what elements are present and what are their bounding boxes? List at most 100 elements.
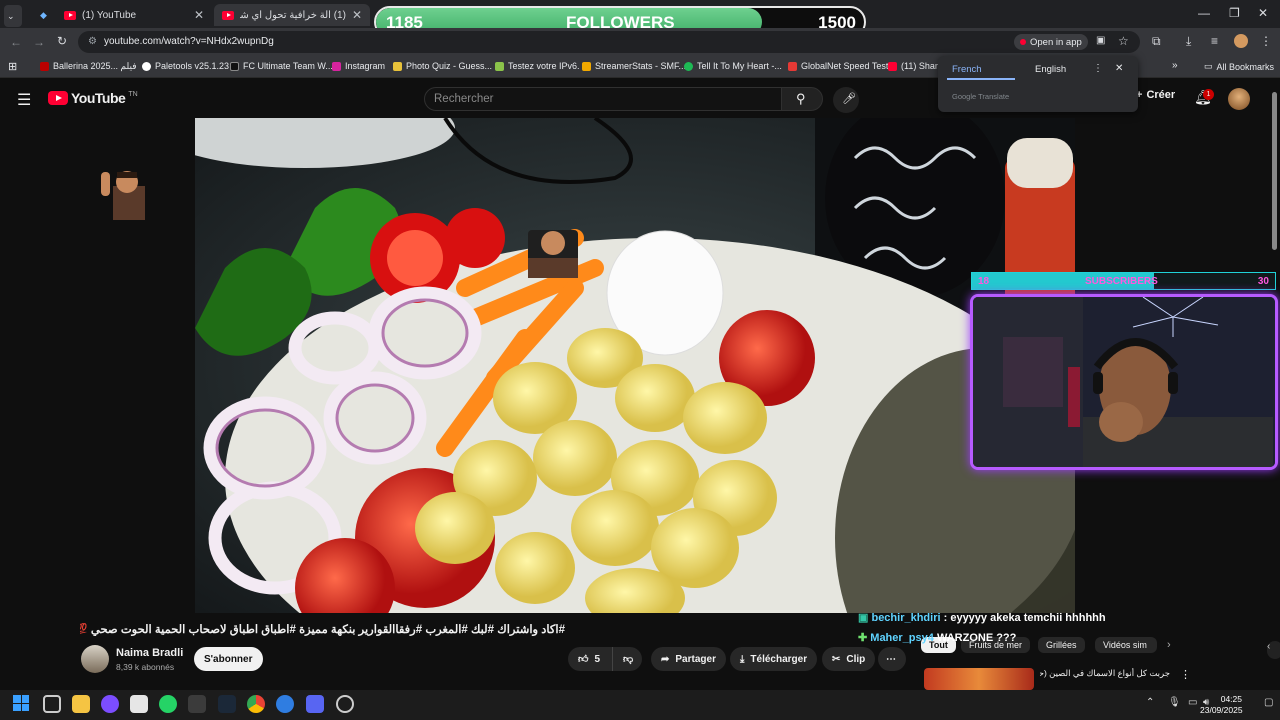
bookmark-item[interactable]: Ballerina 2025... فيلم: [40, 61, 137, 72]
bookmark-item[interactable]: Tell It To My Heart -...: [684, 61, 782, 71]
clip-label: Clip: [846, 653, 866, 665]
notifications-icon[interactable]: ▢: [1264, 697, 1273, 708]
clock-time[interactable]: 04:25: [1218, 694, 1242, 704]
bookmark-item[interactable]: StreamerStats - SMF...: [582, 61, 686, 71]
side-expand-icon[interactable]: ‹: [1267, 641, 1280, 659]
open-in-app-button[interactable]: Open in app: [1014, 34, 1088, 50]
hamburger-menu-icon[interactable]: ☰: [17, 90, 31, 110]
subscribers-goal-bar: 18 SUBSCRIBERS 30: [971, 272, 1276, 290]
diamond-icon: ◆: [40, 9, 47, 20]
whatsapp-icon[interactable]: [159, 695, 177, 713]
bookmark-item[interactable]: Photo Quiz - Guess...: [393, 61, 492, 71]
channel-avatar[interactable]: [81, 645, 109, 673]
chat-message: ▣ bechir_khdiri : eyyyyy akeka temchii h…: [858, 611, 1106, 624]
snip-tool-icon[interactable]: [130, 695, 148, 713]
bookmark-label: Paletools v25.1.23: [155, 61, 230, 71]
subs-current: 18: [978, 276, 990, 287]
recommended-thumbnail[interactable]: [924, 668, 1034, 690]
microphone-tray-icon[interactable]: 🎙︎: [1168, 697, 1181, 708]
forward-icon[interactable]: →: [33, 35, 45, 49]
close-tab-icon[interactable]: ✕: [352, 8, 362, 22]
tray-expand-icon[interactable]: ⌃: [1146, 697, 1154, 708]
chip-grilled[interactable]: Grillées: [1038, 637, 1085, 653]
bookmark-item[interactable]: (11) Sham: [888, 61, 942, 71]
voice-search-button[interactable]: 🎤︎: [833, 87, 859, 113]
app-circle-icon[interactable]: [101, 695, 119, 713]
bookmark-item[interactable]: Paletools v25.1.23: [142, 61, 229, 71]
bookmark-favicon-icon: [393, 61, 402, 71]
chips-next-icon[interactable]: ›: [1167, 639, 1171, 651]
media-control-icon[interactable]: ≡: [1211, 34, 1218, 48]
download-icon[interactable]: ⤓: [1186, 34, 1191, 49]
chat-text: : eyyyyy akeka temchii hhhhhh: [943, 612, 1106, 624]
bookmark-item[interactable]: Testez votre IPv6.: [495, 61, 580, 71]
close-tab-icon[interactable]: ✕: [194, 8, 204, 22]
recommended-title[interactable]: جربت كل أنواع الاسماك في الصين (حار جدا): [1040, 668, 1170, 679]
page-scrollbar-thumb[interactable]: [1272, 92, 1277, 250]
steam-icon[interactable]: [218, 695, 236, 713]
app-blue-icon[interactable]: [276, 695, 294, 713]
like-count: 5: [594, 653, 601, 665]
more-bookmarks-icon[interactable]: »: [1172, 60, 1178, 71]
create-button[interactable]: + Créer: [1136, 89, 1175, 101]
extensions-icon[interactable]: ⧉: [1152, 34, 1161, 49]
chat-badge-icon: ✚: [858, 632, 868, 644]
tab-youtube[interactable]: (1) YouTube ✕: [56, 4, 212, 26]
chrome-icon[interactable]: [247, 695, 265, 713]
dislike-button[interactable]: 👎︎: [612, 647, 642, 671]
translate-options-icon[interactable]: ⋮: [1093, 63, 1103, 74]
app-icon[interactable]: [188, 695, 206, 713]
search-button[interactable]: ⚲: [781, 87, 823, 111]
discord-icon[interactable]: [306, 695, 324, 713]
youtube-logo[interactable]: YouTube TN: [48, 90, 138, 106]
profile-avatar[interactable]: [1234, 34, 1248, 48]
bookmark-item[interactable]: GlobalNet Speed Test: [788, 61, 888, 71]
chevron-down-icon: ⌄: [7, 10, 15, 21]
subscribe-button[interactable]: S'abonner: [194, 647, 263, 671]
translate-icon[interactable]: ▣: [1096, 35, 1105, 46]
clip-button[interactable]: ✂ Clip: [822, 647, 876, 671]
user-avatar[interactable]: [1228, 88, 1250, 110]
chip-similar-videos[interactable]: Vidéos sim: [1095, 637, 1157, 653]
close-window-icon[interactable]: ✕: [1258, 6, 1268, 20]
download-button[interactable]: ⤓ Télécharger: [730, 647, 818, 671]
menu-dots-icon[interactable]: ⋮: [1260, 34, 1272, 48]
like-button[interactable]: 👍︎ 5: [568, 647, 612, 671]
url-text[interactable]: youtube.com/watch?v=NHdx2wupnDg: [104, 36, 274, 47]
all-bookmarks-label: All Bookmarks: [1216, 61, 1275, 72]
back-icon[interactable]: ←: [10, 35, 22, 49]
minimize-icon[interactable]: —: [1198, 6, 1210, 20]
translate-close-icon[interactable]: ✕: [1115, 63, 1123, 74]
obs-icon[interactable]: [336, 695, 354, 713]
translate-lang-to[interactable]: English: [1035, 64, 1066, 75]
bookmark-label: GlobalNet Speed Test: [801, 61, 889, 71]
reload-icon[interactable]: ↻: [57, 34, 67, 48]
channel-name[interactable]: Naima Bradli: [116, 647, 183, 659]
apps-grid-icon[interactable]: ⊞: [8, 60, 17, 73]
all-bookmarks[interactable]: ▭ All Bookmarks: [1204, 61, 1274, 72]
search-input[interactable]: Rechercher: [434, 93, 493, 105]
tab-list-button[interactable]: ⌄: [4, 5, 22, 27]
maximize-icon[interactable]: ❐: [1229, 6, 1240, 20]
site-info-icon[interactable]: ⚙: [88, 36, 97, 47]
bookmark-star-icon[interactable]: ☆: [1118, 34, 1129, 48]
bookmark-item[interactable]: FC Ultimate Team W...: [230, 61, 333, 71]
pinned-tab[interactable]: ◆: [32, 4, 52, 26]
subs-label: SUBSCRIBERS: [1085, 276, 1158, 287]
network-icon[interactable]: ▭: [1188, 697, 1197, 708]
bookmark-label: (11) Sham: [901, 61, 943, 71]
share-button[interactable]: ➦ Partager: [651, 647, 726, 671]
file-explorer-icon[interactable]: [72, 695, 90, 713]
windows-start-icon[interactable]: [13, 695, 29, 711]
bookmark-item[interactable]: Instagram: [332, 61, 385, 71]
streamer-sticker: [99, 164, 155, 220]
tab-video[interactable]: (1) آلة خرافية تحول أي شيء إلى ... ✕: [214, 4, 370, 26]
notification-count-badge: 1: [1203, 89, 1214, 100]
clock-date[interactable]: 23/09/2025: [1200, 705, 1243, 715]
video-player[interactable]: [195, 118, 1075, 613]
recommended-menu-icon[interactable]: ⋮: [1180, 668, 1191, 681]
more-actions-button[interactable]: ⋯: [878, 647, 906, 671]
task-view-icon[interactable]: [43, 695, 61, 713]
chat-message: ✚ Maher_psy4 WARZONE ???: [858, 631, 1016, 644]
translate-lang-from[interactable]: French: [952, 64, 982, 75]
